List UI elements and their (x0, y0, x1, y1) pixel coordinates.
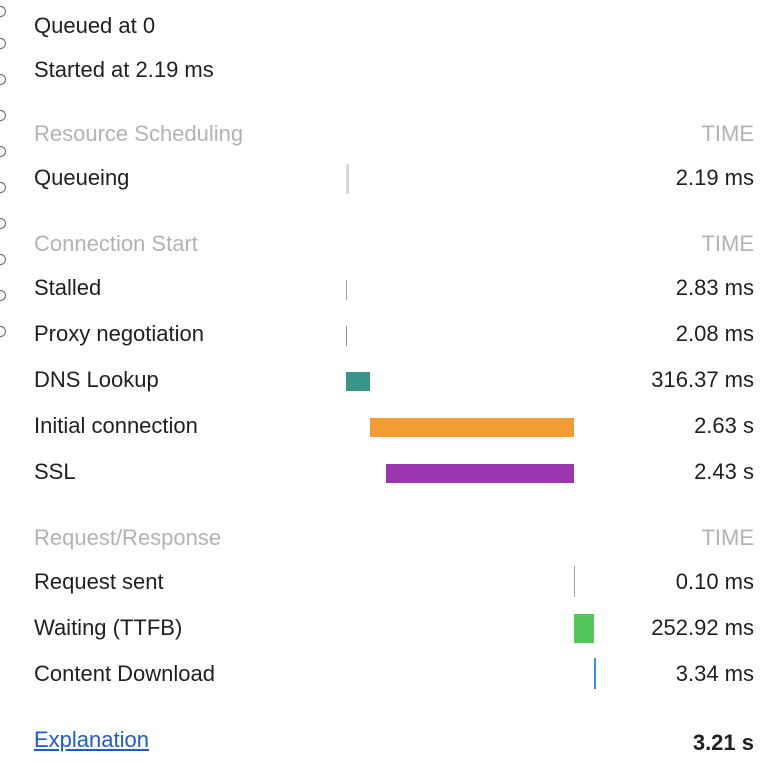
section-title-request-response: Request/Response (34, 525, 222, 550)
row-label-queueing: Queueing (34, 165, 130, 190)
row-label-request-sent: Request sent (34, 569, 164, 594)
row-value-request-sent: 0.10 ms (675, 569, 754, 594)
bar-ssl (386, 464, 574, 483)
row-value-ssl: 2.43 s (694, 459, 754, 484)
row-value-waiting-ttfb: 252.92 ms (651, 615, 754, 640)
explanation-link[interactable]: Explanation (34, 727, 149, 753)
row-value-content-download: 3.34 ms (675, 661, 754, 686)
started-at-text: Started at 2.19 ms (34, 57, 214, 82)
row-label-content-download: Content Download (34, 661, 216, 686)
row-value-dns-lookup: 316.37 ms (651, 367, 754, 392)
bar-waiting-ttfb (574, 614, 594, 643)
timing-popup: Queued at 0 Started at 2.19 ms Resource … (6, 0, 784, 782)
bar-queueing (346, 164, 349, 194)
row-value-stalled: 2.83 ms (675, 275, 754, 300)
bar-stalled (346, 280, 347, 300)
row-label-ssl: SSL (34, 459, 76, 484)
bar-dns-lookup (346, 372, 370, 391)
row-value-queueing: 2.19 ms (675, 165, 754, 190)
row-label-proxy-negotiation: Proxy negotiation (34, 321, 204, 346)
bar-proxy-negotiation (346, 326, 347, 346)
row-label-waiting-ttfb: Waiting (TTFB) (34, 615, 183, 640)
row-label-stalled: Stalled (34, 275, 102, 300)
section-title-connection-start: Connection Start (34, 231, 198, 256)
queued-at-text: Queued at 0 (34, 13, 156, 38)
bar-content-download (594, 658, 596, 689)
bar-initial-connection (370, 418, 574, 437)
bar-request-sent (574, 566, 575, 597)
time-header-connection: TIME (701, 231, 754, 256)
row-value-proxy-negotiation: 2.08 ms (675, 321, 754, 346)
section-title-resource-scheduling: Resource Scheduling (34, 121, 244, 146)
row-value-initial-connection: 2.63 s (694, 413, 754, 438)
row-label-dns-lookup: DNS Lookup (34, 367, 159, 392)
time-header-scheduling: TIME (701, 121, 754, 146)
time-header-request: TIME (701, 525, 754, 550)
row-label-initial-connection: Initial connection (34, 413, 198, 438)
total-time: 3.21 s (692, 730, 754, 755)
